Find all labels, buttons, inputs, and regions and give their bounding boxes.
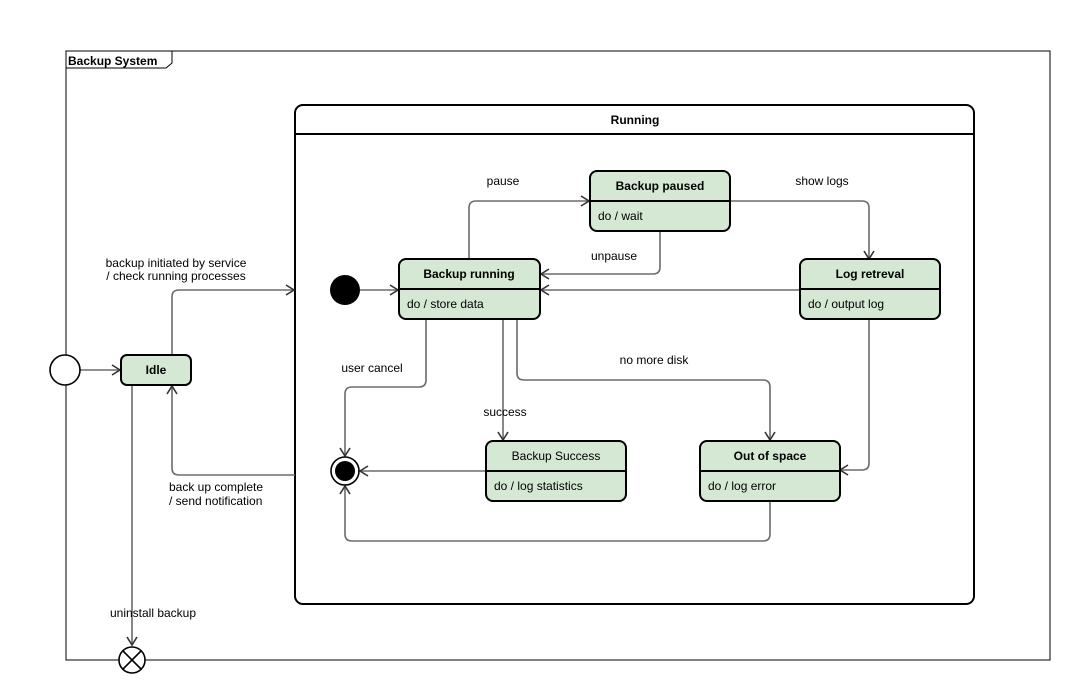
state-diagram: Backup System Running Idle Backup runnin… [49,50,1051,674]
inner-initial-state[interactable] [330,275,360,305]
state-log-retrieval[interactable]: Log retreval do / output log [799,258,941,320]
state-backup-success-name: Backup Success [512,449,601,463]
state-backup-success[interactable]: Backup Success do / log statistics [485,440,627,502]
state-idle[interactable]: Idle [120,354,192,386]
label-pause: pause [487,174,520,188]
state-out-of-space-activity: do / log error [708,479,776,493]
state-backup-running-activity: do / store data [407,297,484,311]
edge-idle-to-running [171,284,296,355]
state-idle-name: Idle [146,363,167,377]
state-backup-running-name: Backup running [423,267,514,281]
label-uninstall: uninstall backup [110,606,196,620]
final-state[interactable] [330,456,360,486]
label-user-cancel: user cancel [341,361,402,375]
state-backup-success-activity: do / log statistics [494,479,583,493]
state-log-retrieval-activity: do / output log [808,297,884,311]
label-show-logs: show logs [795,174,848,188]
state-log-retrieval-name: Log retreval [836,267,905,281]
state-backup-paused[interactable]: Backup paused do / wait [589,170,731,232]
label-initiated-2: / check running processes [106,269,245,283]
state-out-of-space[interactable]: Out of space do / log error [699,440,841,502]
state-backup-paused-activity: do / wait [598,209,643,223]
edge-running-to-idle [166,384,295,476]
label-complete-1: back up complete [169,480,263,494]
state-backup-running[interactable]: Backup running do / store data [398,258,541,320]
label-unpause: unpause [591,249,637,263]
terminate-state[interactable] [118,646,146,674]
state-out-of-space-name: Out of space [734,449,807,463]
label-complete-2: / send notification [169,494,262,508]
frame-title: Backup System [68,54,157,68]
label-no-more-disk: no more disk [620,353,690,367]
label-success: success [483,405,526,419]
outer-initial-state[interactable] [49,354,81,386]
running-title: Running [611,113,660,127]
state-backup-paused-name: Backup paused [616,179,705,193]
label-initiated-1: backup initiated by service [106,256,247,270]
